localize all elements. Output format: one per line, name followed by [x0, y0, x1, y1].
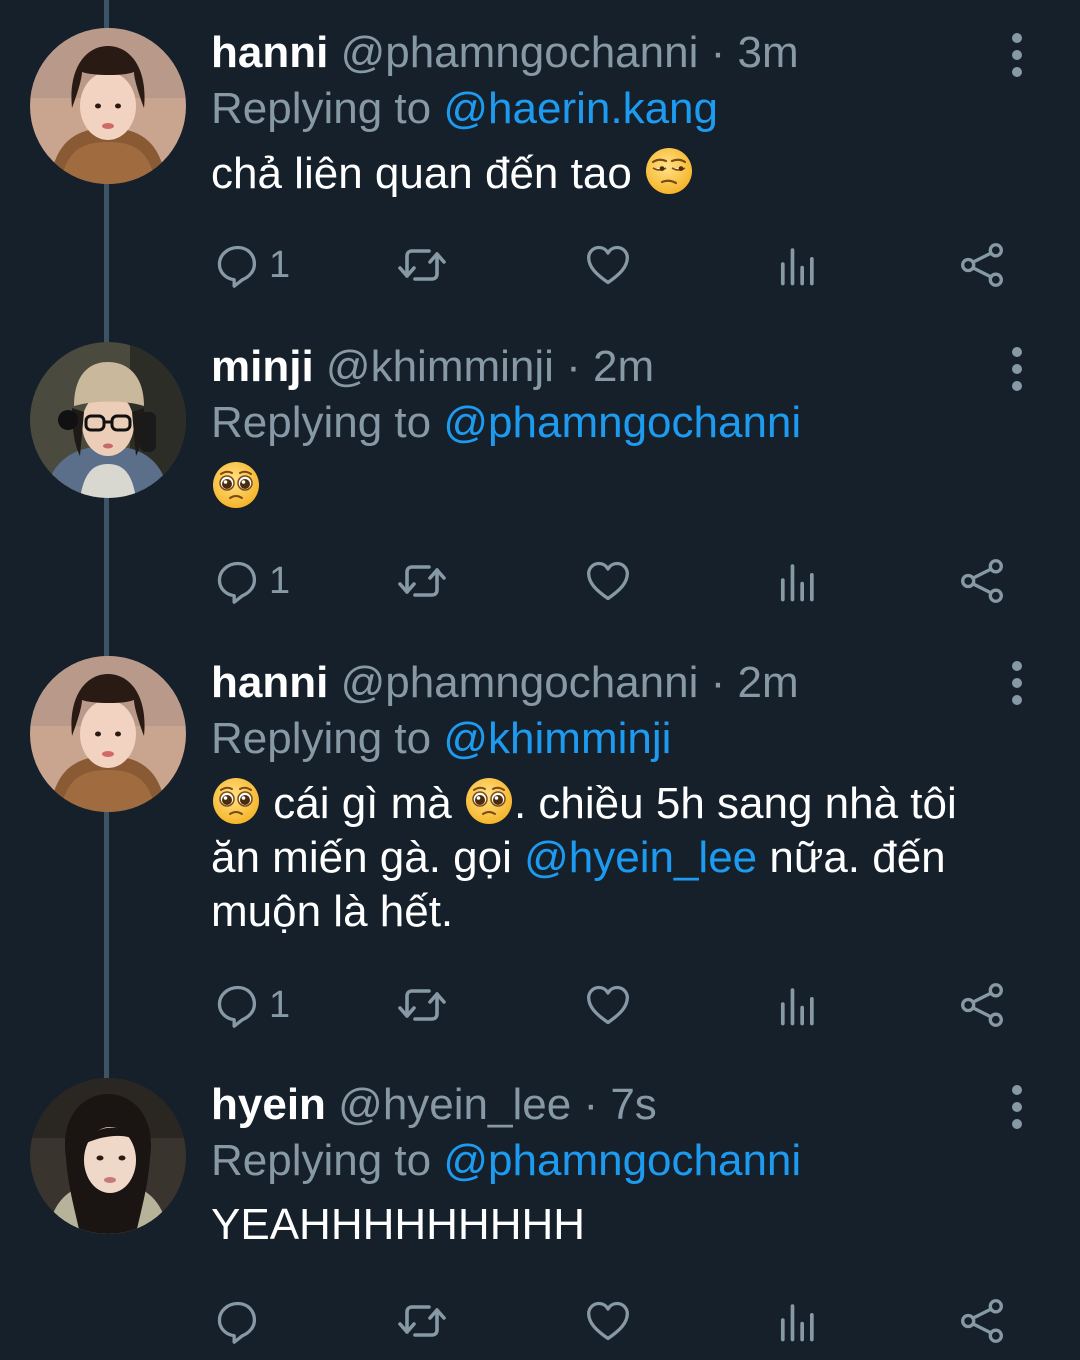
tweet-text-part: cái gì mà	[273, 779, 452, 828]
heart-icon	[585, 1298, 631, 1344]
replying-to: Replying to @phamngochanni	[211, 396, 1010, 450]
author-name[interactable]: hyein	[211, 1080, 326, 1129]
reply-count: 1	[269, 559, 291, 602]
replying-to: Replying to @phamngochanni	[211, 1134, 1010, 1188]
timestamp: · 7s	[583, 1080, 657, 1129]
retweet-button[interactable]	[397, 980, 447, 1030]
tweet-text: chả liên quan đến tao	[211, 146, 1010, 201]
pleading-face-icon	[464, 776, 514, 826]
reply-button[interactable]: 1	[213, 556, 290, 606]
share-icon	[959, 242, 1005, 288]
author-handle[interactable]: @phamngochanni	[341, 28, 699, 77]
heart-icon	[585, 982, 631, 1028]
more-vertical-icon[interactable]	[1002, 344, 1032, 394]
analytics-button[interactable]	[774, 1296, 818, 1346]
reply-button[interactable]	[213, 1296, 269, 1346]
author-handle[interactable]: @hyein_lee	[338, 1080, 571, 1129]
tweet[interactable]: hanni @phamngochanni · 3m Replying to @h…	[0, 0, 1080, 320]
like-button[interactable]	[585, 1296, 631, 1346]
mention-link[interactable]: @hyein_lee	[524, 833, 757, 882]
retweet-icon	[397, 556, 447, 606]
tweet-text-part: chả liên quan đến tao	[211, 149, 632, 198]
tweet[interactable]: hanni @phamngochanni · 2m Replying to @k…	[0, 636, 1080, 1056]
timestamp: · 2m	[566, 342, 655, 391]
like-button[interactable]	[585, 240, 631, 290]
share-icon	[959, 982, 1005, 1028]
reply-count: 1	[269, 243, 291, 286]
timestamp: · 3m	[710, 28, 799, 77]
analytics-icon	[774, 1299, 818, 1343]
tweet[interactable]: minji @khimminji · 2m Replying to @phamn…	[0, 320, 1080, 636]
reply-icon	[213, 242, 259, 288]
like-button[interactable]	[585, 980, 631, 1030]
share-button[interactable]	[959, 1296, 1005, 1346]
share-button[interactable]	[959, 556, 1005, 606]
tweet-text	[211, 460, 1010, 515]
analytics-icon	[774, 559, 818, 603]
more-vertical-icon[interactable]	[1002, 1082, 1032, 1132]
tweet-text: YEAHHHHHHHHH	[211, 1200, 586, 1249]
replying-to: Replying to @haerin.kang	[211, 82, 1010, 136]
replying-to-mention[interactable]: @khimminji	[443, 714, 671, 763]
analytics-button[interactable]	[774, 240, 818, 290]
pleading-face-icon	[211, 460, 261, 510]
share-button[interactable]	[959, 980, 1005, 1030]
retweet-button[interactable]	[397, 240, 447, 290]
analytics-button[interactable]	[774, 556, 818, 606]
avatar[interactable]	[30, 656, 186, 812]
heart-icon	[585, 242, 631, 288]
avatar[interactable]	[30, 1078, 186, 1234]
retweet-button[interactable]	[397, 1296, 447, 1346]
replying-label: Replying to	[211, 1136, 432, 1185]
tweet-actions	[211, 1296, 1011, 1346]
reply-count: 1	[269, 983, 291, 1026]
retweet-button[interactable]	[397, 556, 447, 606]
like-button[interactable]	[585, 556, 631, 606]
author-handle[interactable]: @khimminji	[326, 342, 554, 391]
reply-icon	[213, 1298, 259, 1344]
replying-label: Replying to	[211, 84, 432, 133]
tweet-text: cái gì mà . chiều 5h sang nhà tôi ăn miế…	[211, 776, 1010, 939]
timestamp: · 2m	[710, 658, 799, 707]
avatar[interactable]	[30, 28, 186, 184]
replying-to-mention[interactable]: @phamngochanni	[443, 398, 801, 447]
replying-label: Replying to	[211, 398, 432, 447]
reply-icon	[213, 558, 259, 604]
pleading-face-icon	[211, 776, 261, 826]
tweet-actions: 1	[211, 556, 1011, 606]
heart-icon	[585, 558, 631, 604]
more-vertical-icon[interactable]	[1002, 30, 1032, 80]
analytics-icon	[774, 983, 818, 1027]
tweet-actions: 1	[211, 980, 1011, 1030]
tweet[interactable]: hyein @hyein_lee · 7s Replying to @phamn…	[0, 1056, 1080, 1360]
reply-button[interactable]: 1	[213, 240, 290, 290]
author-name[interactable]: minji	[211, 342, 314, 391]
unamused-face-icon	[644, 146, 694, 196]
analytics-icon	[774, 243, 818, 287]
author-handle[interactable]: @phamngochanni	[341, 658, 699, 707]
share-icon	[959, 558, 1005, 604]
reply-button[interactable]: 1	[213, 980, 290, 1030]
share-icon	[959, 1298, 1005, 1344]
retweet-icon	[397, 240, 447, 290]
retweet-icon	[397, 980, 447, 1030]
tweet-actions: 1	[211, 240, 1011, 290]
avatar[interactable]	[30, 342, 186, 498]
analytics-button[interactable]	[774, 980, 818, 1030]
more-vertical-icon[interactable]	[1002, 658, 1032, 708]
share-button[interactable]	[959, 240, 1005, 290]
replying-to: Replying to @khimminji	[211, 712, 1010, 766]
reply-icon	[213, 982, 259, 1028]
retweet-icon	[397, 1296, 447, 1346]
author-name[interactable]: hanni	[211, 28, 328, 77]
replying-to-mention[interactable]: @haerin.kang	[443, 84, 718, 133]
replying-label: Replying to	[211, 714, 432, 763]
replying-to-mention[interactable]: @phamngochanni	[443, 1136, 801, 1185]
author-name[interactable]: hanni	[211, 658, 328, 707]
